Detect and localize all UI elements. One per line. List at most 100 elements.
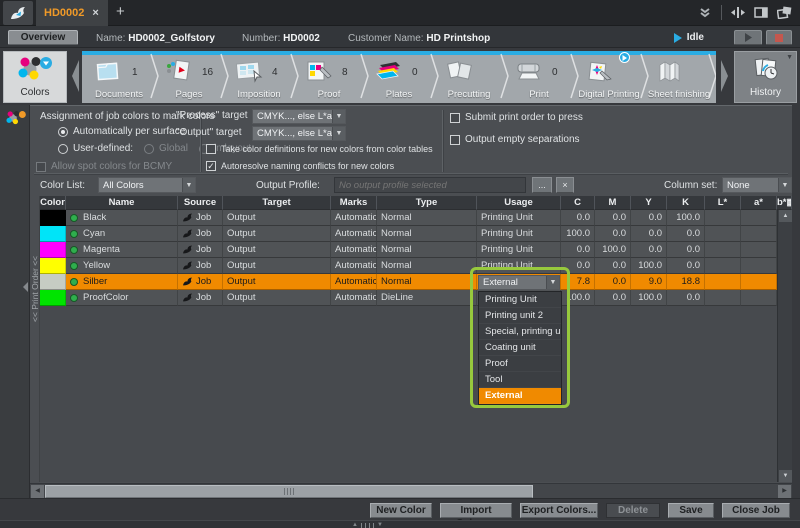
column-header-y[interactable]: Y — [631, 196, 667, 210]
checkbox-unchecked-icon[interactable] — [450, 135, 460, 145]
float-window-icon[interactable] — [777, 6, 792, 19]
dropdown-option-highlighted[interactable]: External — [479, 388, 561, 404]
source-cell[interactable]: Job — [178, 210, 223, 226]
marks-cell[interactable]: Automatic — [331, 274, 377, 290]
c-cell[interactable]: 0.0 — [561, 258, 595, 274]
collapse-panels-icon[interactable] — [698, 7, 712, 19]
output-profile-input[interactable] — [334, 177, 526, 193]
table-row[interactable]: ProofColor Job Output Automatic DieLine … — [40, 290, 777, 306]
color-swatch[interactable] — [40, 210, 66, 226]
source-cell[interactable]: Job — [178, 242, 223, 258]
k-cell[interactable]: 0.0 — [667, 290, 705, 306]
import-colors-button[interactable]: Import Colors... — [440, 503, 512, 518]
radio-unchecked-icon[interactable] — [58, 144, 68, 154]
dropdown-option[interactable]: Tool — [479, 372, 561, 388]
l-cell[interactable] — [705, 258, 741, 274]
source-cell[interactable]: Job — [178, 258, 223, 274]
a-cell[interactable] — [741, 242, 777, 258]
job-tab[interactable]: HD0002 × — [36, 0, 108, 26]
column-header-usage[interactable]: Usage — [477, 196, 561, 210]
m-cell[interactable]: 0.0 — [595, 226, 631, 242]
column-header-l[interactable]: L* — [705, 196, 741, 210]
workflow-section-colors[interactable]: Colors — [3, 51, 67, 103]
m-cell[interactable]: 0.0 — [595, 210, 631, 226]
workflow-step-precutting[interactable]: Precutting — [434, 55, 504, 103]
marks-cell[interactable]: Automatic — [331, 258, 377, 274]
column-header-marks[interactable]: Marks — [331, 196, 377, 210]
usage-cell[interactable]: Printing Unit — [477, 258, 561, 274]
clear-profile-button[interactable]: × — [556, 177, 574, 193]
source-cell[interactable]: Job — [178, 290, 223, 306]
y-cell[interactable]: 0.0 — [631, 226, 667, 242]
color-swatch[interactable] — [40, 274, 66, 290]
submit-print-option[interactable]: Submit print order to press — [450, 112, 583, 123]
checkbox-unchecked-icon[interactable] — [206, 144, 216, 154]
table-row-selected[interactable]: Silber Job Output Automatic Normal 7.8 0… — [40, 274, 777, 290]
type-cell[interactable]: DieLine — [377, 290, 477, 306]
autoresolve-option[interactable]: ✓ Autoresolve naming conflicts for new c… — [206, 161, 394, 171]
app-logo[interactable] — [3, 1, 33, 25]
dropdown-option[interactable]: Printing Unit — [479, 292, 561, 308]
y-cell[interactable]: 100.0 — [631, 258, 667, 274]
output-empty-option[interactable]: Output empty separations — [450, 134, 580, 145]
column-header-target[interactable]: Target — [223, 196, 331, 210]
type-cell[interactable]: Normal — [377, 242, 477, 258]
dock-layout-icon[interactable] — [731, 6, 745, 19]
color-name-cell[interactable]: Black — [66, 210, 178, 226]
chevron-down-icon[interactable]: ▼ — [778, 178, 791, 192]
marks-cell[interactable]: Automatic — [331, 226, 377, 242]
radio-checked-icon[interactable] — [58, 127, 68, 137]
k-cell[interactable]: 0.0 — [667, 242, 705, 258]
workflow-step-imposition[interactable]: 4 Imposition — [224, 55, 294, 103]
l-cell[interactable] — [705, 274, 741, 290]
color-name-cell[interactable]: Cyan — [66, 226, 178, 242]
allow-spot-option[interactable]: Allow spot colors for BCMY — [36, 161, 172, 172]
workflow-step-proof[interactable]: 8 Proof — [294, 55, 364, 103]
chevron-down-icon[interactable]: ▼ — [332, 127, 345, 140]
c-cell[interactable]: 0.0 — [561, 210, 595, 226]
source-cell[interactable]: Job — [178, 274, 223, 290]
table-row[interactable]: Magenta Job Output Automatic Normal Prin… — [40, 242, 777, 258]
marks-cell[interactable]: Automatic — [331, 290, 377, 306]
source-cell[interactable]: Job — [178, 226, 223, 242]
dropdown-option[interactable]: Coating unit — [479, 340, 561, 356]
new-color-button[interactable]: New Color — [370, 503, 432, 518]
chevron-down-icon[interactable]: ▼ — [546, 276, 559, 289]
overview-button[interactable]: Overview — [8, 30, 78, 45]
y-cell[interactable]: 0.0 — [631, 242, 667, 258]
dropdown-option[interactable]: Special, printing unit — [479, 324, 561, 340]
c-cell[interactable]: 7.8 — [561, 274, 595, 290]
scroll-steps-left-icon[interactable] — [69, 58, 81, 94]
column-header-color[interactable]: Color — [40, 196, 66, 210]
workflow-step-sheet-finishing[interactable]: Sheet finishing — [644, 55, 714, 103]
color-swatch[interactable] — [40, 242, 66, 258]
k-cell[interactable]: 0.0 — [667, 258, 705, 274]
a-cell[interactable] — [741, 226, 777, 242]
m-cell[interactable]: 100.0 — [595, 242, 631, 258]
table-row[interactable]: Cyan Job Output Automatic Normal Printin… — [40, 226, 777, 242]
column-header-k[interactable]: K — [667, 196, 705, 210]
table-row[interactable]: Black Job Output Automatic Normal Printi… — [40, 210, 777, 226]
column-picker-icon[interactable]: ▦ — [787, 197, 793, 208]
close-job-button[interactable]: Close Job — [722, 503, 790, 518]
a-cell[interactable] — [741, 258, 777, 274]
take-definitions-option[interactable]: Take color definitions for new colors fr… — [206, 144, 433, 154]
marks-cell[interactable]: Automatic — [331, 242, 377, 258]
workflow-step-plates[interactable]: 0 Plates — [364, 55, 434, 103]
horizontal-scrollbar[interactable]: ◀ ▶ — [30, 483, 792, 498]
vertical-scrollbar[interactable]: ▲ ▼ — [777, 210, 792, 482]
l-cell[interactable] — [705, 242, 741, 258]
output-target-select[interactable]: CMYK..., else L*a*b* ▼ — [252, 126, 346, 141]
workflow-step-print[interactable]: 0 Print — [504, 55, 574, 103]
k-cell[interactable]: 0.0 — [667, 226, 705, 242]
color-list-select[interactable]: All Colors ▼ — [98, 177, 196, 193]
m-cell[interactable]: 0.0 — [595, 258, 631, 274]
column-header-m[interactable]: M — [595, 196, 631, 210]
history-dropdown-icon[interactable]: ▼ — [786, 54, 793, 61]
radio-global-icon[interactable] — [144, 144, 154, 154]
target-cell[interactable]: Output — [223, 210, 331, 226]
export-colors-button[interactable]: Export Colors... — [520, 503, 598, 518]
y-cell[interactable]: 9.0 — [631, 274, 667, 290]
c-cell[interactable]: 100.0 — [561, 290, 595, 306]
checkbox-unchecked-icon[interactable] — [36, 162, 46, 172]
